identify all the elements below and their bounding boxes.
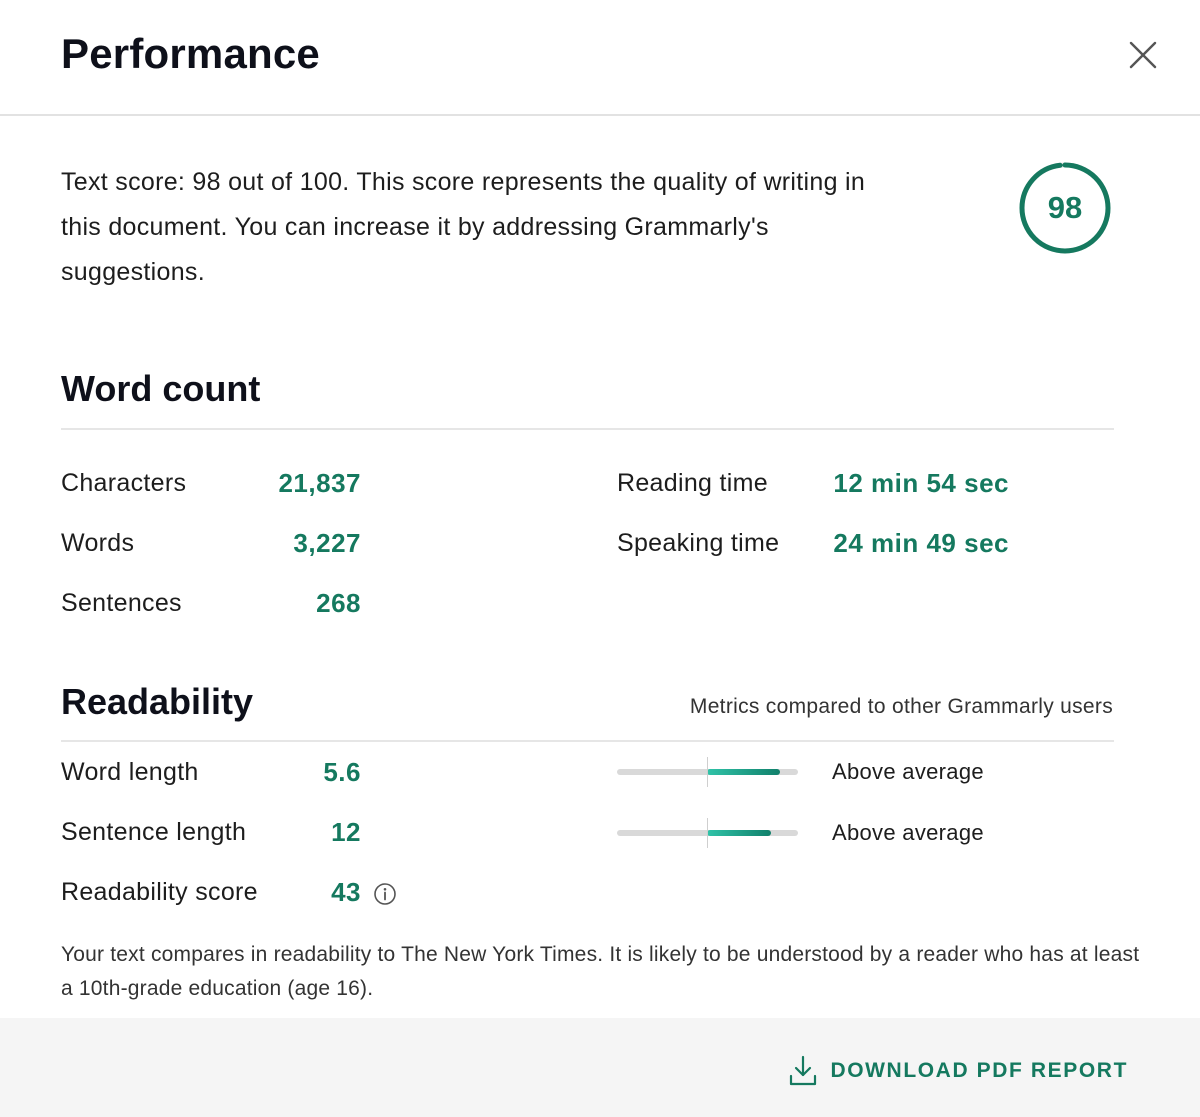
- speaking-time-value: 24 min 49 sec: [833, 528, 1009, 558]
- readability-divider: [61, 740, 1114, 742]
- dialog-header: Performance: [0, 0, 1200, 116]
- readability-score-value: 43: [331, 877, 361, 907]
- word-length-comparison: Above average: [832, 759, 984, 784]
- dialog-title: Performance: [61, 30, 320, 77]
- reading-time-value: 12 min 54 sec: [833, 468, 1009, 498]
- score-description: Text score: 98 out of 100. This score re…: [61, 168, 866, 286]
- download-pdf-report-label: DOWNLOAD PDF REPORT: [830, 1059, 1128, 1082]
- reading-time-label: Reading time: [617, 469, 768, 497]
- sentence-length-value: 12: [331, 817, 361, 847]
- characters-label: Characters: [61, 469, 187, 497]
- word-length-label: Word length: [61, 758, 199, 786]
- dialog-footer: DOWNLOAD PDF REPORT: [0, 1018, 1200, 1117]
- speaking-time-label: Speaking time: [617, 529, 780, 557]
- word-length-bar-average-marker: [707, 757, 708, 787]
- metrics-note: Metrics compared to other Grammarly user…: [689, 695, 1113, 718]
- download-icon: [790, 1055, 817, 1086]
- word-count-divider: [61, 428, 1114, 430]
- sentence-length-bar-average-marker: [707, 818, 708, 848]
- sentences-value: 268: [316, 588, 361, 618]
- word-length-value: 5.6: [323, 757, 361, 787]
- word-length-bar-fill: [707, 769, 780, 775]
- readability-description: Your text compares in readability to The…: [61, 943, 1140, 1000]
- word-count-title: Word count: [61, 368, 261, 409]
- download-pdf-report-button[interactable]: DOWNLOAD PDF REPORT: [788, 1054, 1128, 1088]
- info-icon[interactable]: [373, 882, 397, 906]
- words-value: 3,227: [293, 528, 361, 558]
- sentences-label: Sentences: [61, 589, 182, 617]
- sentence-length-bar-fill: [707, 830, 771, 836]
- close-icon[interactable]: [1124, 36, 1162, 74]
- words-label: Words: [61, 529, 135, 557]
- sentence-length-comparison: Above average: [832, 820, 984, 845]
- characters-value: 21,837: [278, 468, 361, 498]
- score-value: 98: [1047, 190, 1083, 225]
- readability-title: Readability: [61, 681, 254, 722]
